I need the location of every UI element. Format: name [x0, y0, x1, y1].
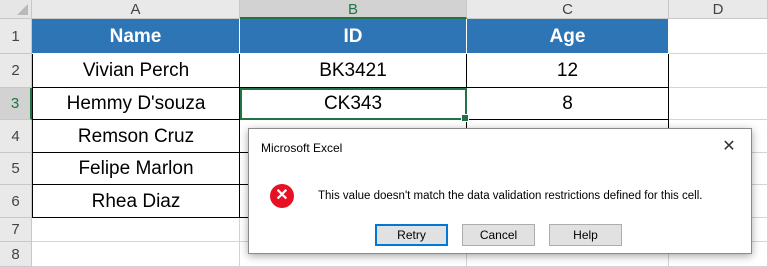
- column-header-c[interactable]: C: [467, 0, 669, 19]
- row-header-2[interactable]: 2: [0, 54, 32, 88]
- cell-c2[interactable]: 12: [467, 54, 669, 88]
- dialog-message: This value doesn't match the data valida…: [318, 190, 703, 202]
- cell-c1[interactable]: Age: [467, 19, 669, 54]
- row-header-3[interactable]: 3: [0, 88, 32, 120]
- column-header-a[interactable]: A: [32, 0, 240, 19]
- row-header-5[interactable]: 5: [0, 153, 32, 185]
- row-header-1[interactable]: 1: [0, 19, 32, 54]
- dialog-title: Microsoft Excel: [261, 141, 343, 155]
- column-header-b[interactable]: B: [240, 0, 467, 19]
- cell-a4[interactable]: Remson Cruz: [32, 120, 240, 153]
- select-all-corner[interactable]: [0, 0, 32, 19]
- cancel-button[interactable]: Cancel: [462, 224, 535, 246]
- row-header-4[interactable]: 4: [0, 120, 32, 153]
- row-header-8[interactable]: 8: [0, 242, 32, 267]
- cell-b2[interactable]: BK3421: [240, 54, 467, 88]
- cell-d2[interactable]: [669, 54, 768, 88]
- row-header-6[interactable]: 6: [0, 185, 32, 218]
- cell-b1[interactable]: ID: [240, 19, 467, 54]
- select-all-triangle: [17, 4, 28, 15]
- help-button[interactable]: Help: [549, 224, 622, 246]
- cell-a1[interactable]: Name: [32, 19, 240, 54]
- cell-b3[interactable]: CK343: [240, 88, 467, 120]
- cell-a8[interactable]: [32, 242, 240, 267]
- cell-d1[interactable]: [669, 19, 768, 54]
- cell-d3[interactable]: [669, 88, 768, 120]
- column-header-d[interactable]: D: [669, 0, 768, 19]
- cell-a5[interactable]: Felipe Marlon: [32, 153, 240, 185]
- row-header-7[interactable]: 7: [0, 218, 32, 242]
- validation-error-dialog: Microsoft Excel ✕ ✕ This value doesn't m…: [248, 128, 752, 254]
- cell-a3[interactable]: Hemmy D'souza: [32, 88, 240, 120]
- cell-a2[interactable]: Vivian Perch: [32, 54, 240, 88]
- cell-c3[interactable]: 8: [467, 88, 669, 120]
- retry-button[interactable]: Retry: [375, 224, 448, 246]
- error-icon: ✕: [270, 184, 294, 208]
- cell-a6[interactable]: Rhea Diaz: [32, 185, 240, 218]
- close-icon[interactable]: ✕: [719, 137, 739, 157]
- cell-a7[interactable]: [32, 218, 240, 242]
